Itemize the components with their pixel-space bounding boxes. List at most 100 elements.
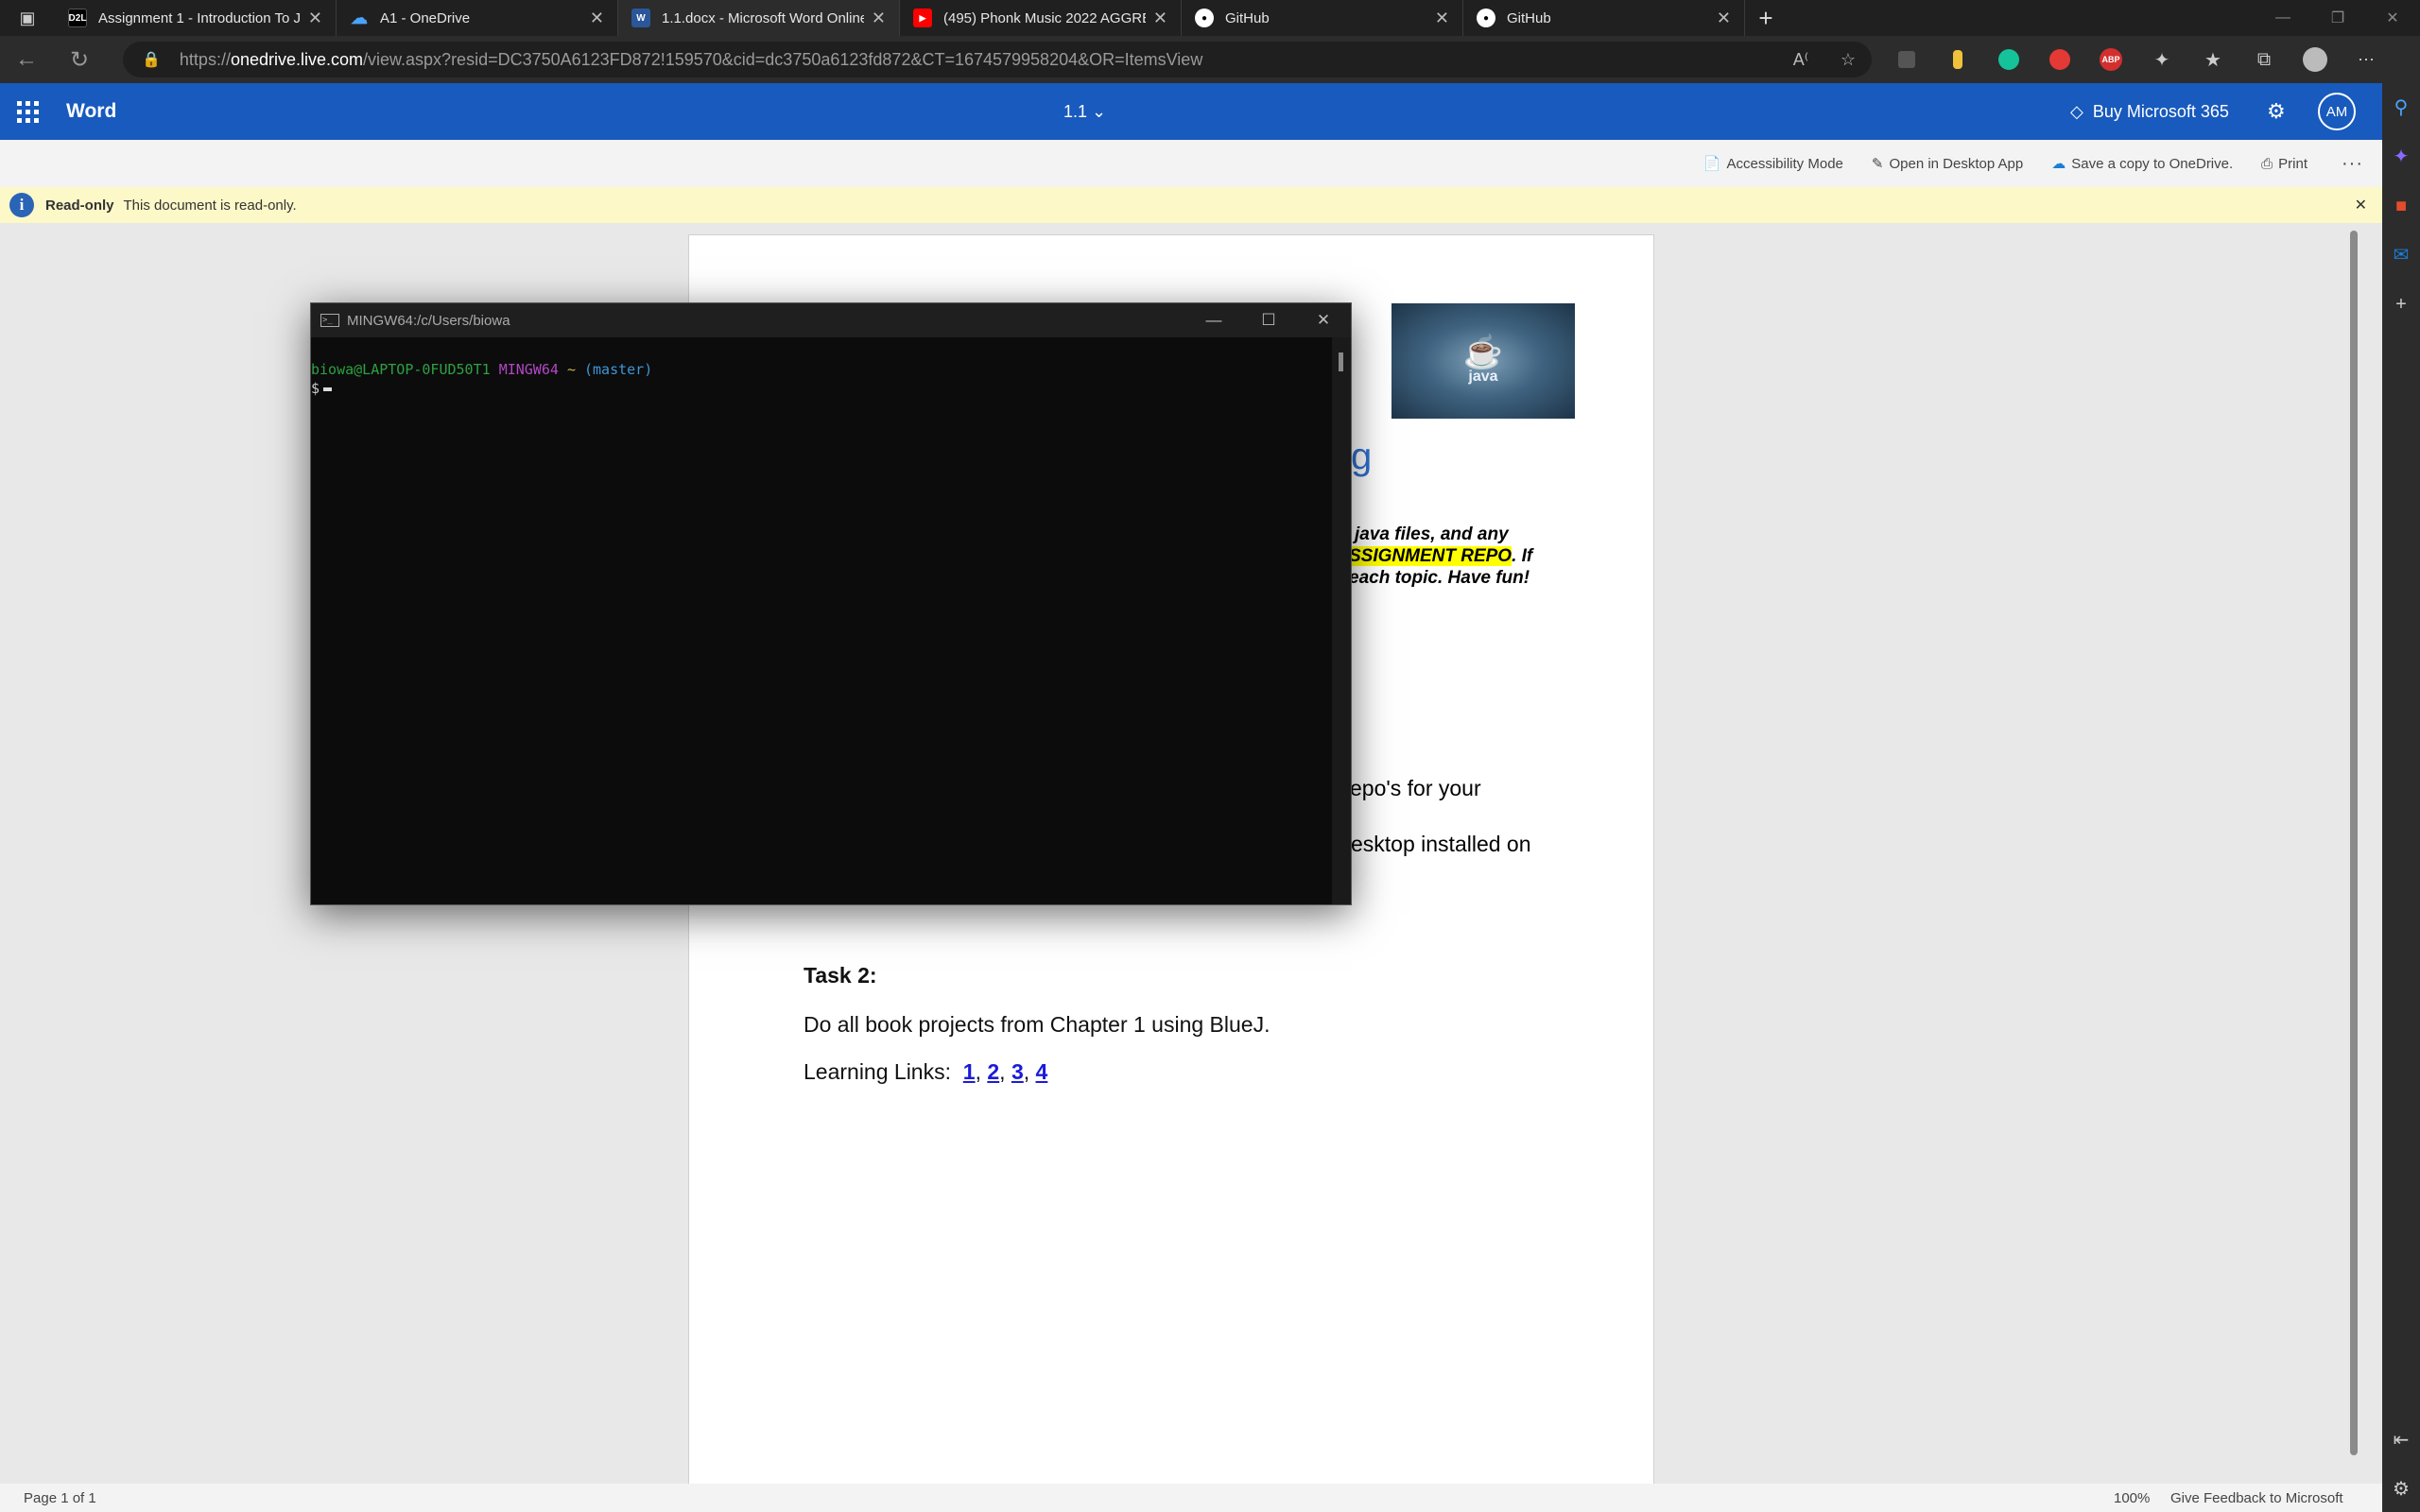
learning-link-3[interactable]: 3 (1011, 1059, 1024, 1084)
more-options-icon[interactable]: ··· (2342, 153, 2363, 175)
app-name[interactable]: Word (66, 100, 116, 123)
instruction-line-2: SSIGNMENT REPO. If (1349, 546, 1533, 566)
close-tab-icon[interactable]: ✕ (1435, 9, 1449, 28)
tab-github-2[interactable]: ● GitHub ✕ (1463, 0, 1745, 36)
learning-link-4[interactable]: 4 (1036, 1059, 1048, 1084)
coffee-cup-icon: ☕ (1462, 335, 1504, 370)
feedback-link[interactable]: Give Feedback to Microsoft (2170, 1490, 2343, 1506)
tab-actions-icon[interactable]: ▣ (0, 0, 55, 36)
prompt-line: biowa@LAPTOP-0FUD50T1 MINGW64 ~ (master) (311, 360, 1351, 379)
close-tab-icon[interactable]: ✕ (1153, 9, 1167, 28)
add-sidebar-icon[interactable]: + (2382, 280, 2420, 329)
prompt-symbol: $ (311, 380, 320, 397)
office-icon[interactable]: ■ (2382, 181, 2420, 231)
address-bar-row: ← ↻ 🔒 https://onedrive.live.com/view.asp… (0, 36, 2420, 83)
gear-icon[interactable]: ⚙ (2267, 99, 2286, 124)
app-launcher-icon[interactable] (0, 100, 55, 123)
java-logo-image: ☕ java (1392, 303, 1575, 419)
back-icon[interactable]: ← (0, 36, 53, 83)
omnibox-actions: A⁽ ☆ (1777, 36, 1872, 83)
instruction-line-3: each topic. Have fun! (1349, 568, 1530, 588)
settings-more-icon[interactable]: ⋯ (2341, 50, 2392, 70)
pencil-extension-icon[interactable] (1932, 50, 1983, 69)
edge-sidebar: ⚲ ✦ ■ ✉ + ⇤ ⚙ (2382, 83, 2420, 1512)
info-icon: i (9, 193, 34, 217)
printer-icon: ⎙ (2261, 155, 2273, 172)
adblock-plus-icon[interactable]: ABP (2085, 48, 2136, 71)
lock-icon: 🔒 (142, 52, 161, 68)
accessibility-mode-button[interactable]: 📄 Accessibility Mode (1703, 155, 1843, 173)
favorites-icon[interactable]: ★ (2187, 48, 2238, 72)
sidebar-settings-icon[interactable]: ⚙ (2382, 1465, 2420, 1512)
word-header: Word 1.1 ⌄ ◇ Buy Microsoft 365 ⚙ AM (0, 83, 2382, 140)
cloud-icon: ☁ (2051, 156, 2066, 172)
buy-label: Buy Microsoft 365 (2092, 101, 2229, 121)
tab-youtube[interactable]: ▶ (495) Phonk Music 2022 AGGRES ✕ (900, 0, 1182, 36)
prompt-path: ~ (566, 361, 576, 378)
restore-icon[interactable]: ❐ (2310, 0, 2365, 36)
grammarly-icon[interactable] (1983, 49, 2034, 70)
tab-title: GitHub (1507, 9, 1551, 26)
document-name[interactable]: 1.1 ⌄ (1063, 102, 1106, 122)
zoom-level[interactable]: 100% (2114, 1490, 2150, 1506)
tab-title: GitHub (1225, 9, 1270, 26)
banner-title: Read-only (45, 197, 114, 214)
learning-link-1[interactable]: 1 (963, 1059, 976, 1084)
hide-sidebar-icon[interactable]: ⇤ (2382, 1416, 2420, 1465)
save-copy-label: Save a copy to OneDrive. (2071, 155, 2234, 172)
print-label: Print (2278, 155, 2308, 172)
body-line-1: epo's for your (1350, 776, 1481, 800)
avatar[interactable]: AM (2318, 93, 2356, 130)
minimize-icon[interactable]: — (1186, 303, 1241, 337)
minimize-icon[interactable]: — (2256, 0, 2310, 36)
learning-links: Learning Links: 1, 2, 3, 4 (804, 1059, 1048, 1084)
close-tab-icon[interactable]: ✕ (590, 9, 604, 28)
tab-assignment[interactable]: D2L Assignment 1 - Introduction To J ✕ (55, 0, 337, 36)
learning-link-2[interactable]: 2 (987, 1059, 999, 1084)
close-tab-icon[interactable]: ✕ (1717, 9, 1731, 28)
new-tab-button[interactable]: + (1745, 0, 1787, 36)
tab-github-1[interactable]: ● GitHub ✕ (1182, 0, 1463, 36)
puzzle-extensions-icon[interactable]: ✦ (2136, 48, 2187, 72)
input-line[interactable]: $ (311, 379, 1351, 398)
close-window-icon[interactable]: ✕ (2365, 0, 2420, 36)
word-toolbar: 📄 Accessibility Mode ✎ Open in Desktop A… (0, 140, 2382, 187)
print-button[interactable]: ⎙ Print (2261, 156, 2308, 172)
save-copy-button[interactable]: ☁ Save a copy to OneDrive. (2051, 155, 2234, 173)
heading-fragment: g (1351, 436, 1373, 477)
buy-microsoft-365-button[interactable]: ◇ Buy Microsoft 365 (2070, 102, 2229, 122)
prompt-user: biowa@LAPTOP-0FUD50T1 (311, 361, 491, 378)
prompt-branch: (master) (584, 361, 653, 378)
maximize-icon[interactable]: ☐ (1241, 303, 1296, 337)
terminal-scrollbar[interactable] (1332, 337, 1351, 904)
close-icon[interactable]: ✕ (1296, 303, 1351, 337)
read-aloud-icon[interactable]: A⁽ (1777, 50, 1824, 70)
youtube-icon: ▶ (913, 9, 932, 27)
open-desktop-button[interactable]: ✎ Open in Desktop App (1872, 155, 2023, 173)
window-controls: — ❐ ✕ (2256, 0, 2420, 36)
copilot-icon[interactable]: ✦ (2382, 132, 2420, 181)
favorite-star-icon[interactable]: ☆ (1824, 50, 1872, 70)
terminal-window[interactable]: >_ MINGW64:/c/Users/biowa — ☐ ✕ biowa@LA… (310, 302, 1352, 905)
close-tab-icon[interactable]: ✕ (308, 9, 322, 28)
accessibility-label: Accessibility Mode (1726, 155, 1843, 172)
tab-sets-icon[interactable] (1881, 51, 1932, 68)
refresh-icon[interactable]: ↻ (53, 36, 106, 83)
close-banner-icon[interactable]: ✕ (2355, 196, 2367, 215)
close-tab-icon[interactable]: ✕ (872, 9, 886, 28)
banner-message: This document is read-only. (123, 197, 297, 214)
collections-icon[interactable]: ⧉ (2238, 49, 2290, 71)
stop-hand-icon[interactable] (2034, 49, 2085, 70)
extensions-bar: ABP ✦ ★ ⧉ ⋯ (1881, 36, 2392, 83)
address-input[interactable]: 🔒 https://onedrive.live.com/view.aspx?re… (123, 42, 1872, 77)
search-icon[interactable]: ⚲ (2382, 83, 2420, 132)
document-scrollbar[interactable] (2348, 231, 2360, 1455)
tab-word[interactable]: W 1.1.docx - Microsoft Word Online ✕ (618, 0, 900, 36)
outlook-icon[interactable]: ✉ (2382, 231, 2420, 280)
text-cursor (323, 387, 333, 391)
tab-onedrive[interactable]: ☁ A1 - OneDrive ✕ (337, 0, 618, 36)
diamond-icon: ◇ (2070, 101, 2083, 121)
profile-avatar-icon[interactable] (2290, 47, 2341, 72)
terminal-titlebar[interactable]: >_ MINGW64:/c/Users/biowa — ☐ ✕ (311, 303, 1351, 337)
terminal-output[interactable]: biowa@LAPTOP-0FUD50T1 MINGW64 ~ (master)… (311, 337, 1351, 398)
